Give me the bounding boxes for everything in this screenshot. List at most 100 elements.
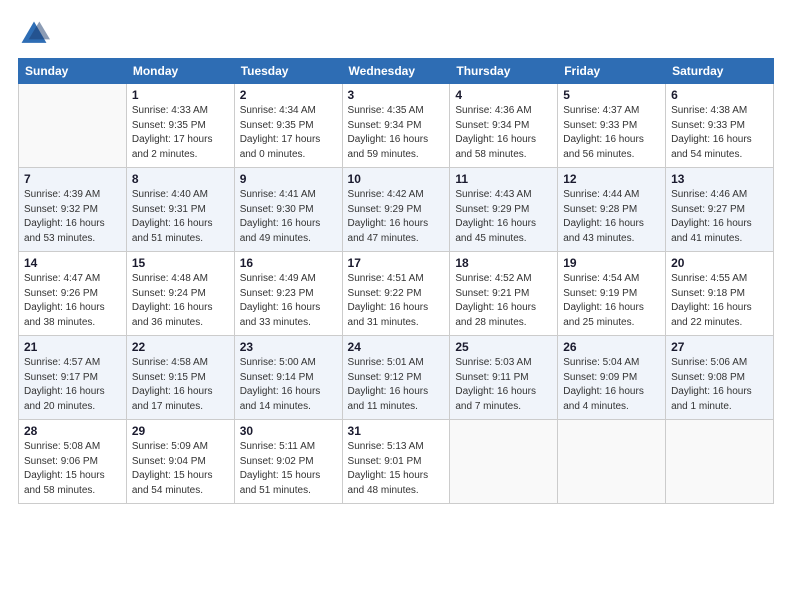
calendar-cell: 22 Sunrise: 4:58 AM Sunset: 9:15 PM Dayli… <box>126 336 234 420</box>
day-number: 25 <box>455 340 552 354</box>
day-info: Sunrise: 4:46 AM Sunset: 9:27 PM Dayligh… <box>671 188 768 246</box>
day-number: 19 <box>563 256 660 270</box>
day-number: 29 <box>132 424 229 438</box>
calendar-cell: 16 Sunrise: 4:49 AM Sunset: 9:23 PM Dayli… <box>234 252 342 336</box>
day-info: Sunrise: 4:41 AM Sunset: 9:30 PM Dayligh… <box>240 188 337 246</box>
day-info: Sunrise: 5:04 AM Sunset: 9:09 PM Dayligh… <box>563 356 660 414</box>
day-info: Sunrise: 4:38 AM Sunset: 9:33 PM Dayligh… <box>671 104 768 162</box>
day-number: 10 <box>348 172 445 186</box>
day-number: 6 <box>671 88 768 102</box>
day-of-week-header: Friday <box>558 59 666 84</box>
calendar-week-row: 28 Sunrise: 5:08 AM Sunset: 9:06 PM Dayli… <box>19 420 774 504</box>
day-number: 3 <box>348 88 445 102</box>
calendar-cell: 30 Sunrise: 5:11 AM Sunset: 9:02 PM Dayli… <box>234 420 342 504</box>
day-info: Sunrise: 4:51 AM Sunset: 9:22 PM Dayligh… <box>348 272 445 330</box>
day-of-week-header: Wednesday <box>342 59 450 84</box>
calendar-cell: 12Sunrise: 4:44 AM Sunset: 9:28 PM Dayli… <box>558 168 666 252</box>
day-number: 30 <box>240 424 337 438</box>
calendar-cell: 28 Sunrise: 5:08 AM Sunset: 9:06 PM Dayli… <box>19 420 127 504</box>
day-of-week-header: Monday <box>126 59 234 84</box>
calendar-cell: 6 Sunrise: 4:38 AM Sunset: 9:33 PM Daylig… <box>666 84 774 168</box>
day-info: Sunrise: 4:42 AM Sunset: 9:29 PM Dayligh… <box>348 188 445 246</box>
day-info: Sunrise: 4:36 AM Sunset: 9:34 PM Dayligh… <box>455 104 552 162</box>
day-info: Sunrise: 4:55 AM Sunset: 9:18 PM Dayligh… <box>671 272 768 330</box>
day-number: 4 <box>455 88 552 102</box>
day-info: Sunrise: 4:43 AM Sunset: 9:29 PM Dayligh… <box>455 188 552 246</box>
calendar-header-row: SundayMondayTuesdayWednesdayThursdayFrid… <box>19 59 774 84</box>
calendar-cell: 13 Sunrise: 4:46 AM Sunset: 9:27 PM Dayli… <box>666 168 774 252</box>
calendar-cell <box>558 420 666 504</box>
day-number: 8 <box>132 172 229 186</box>
calendar-cell: 4 Sunrise: 4:36 AM Sunset: 9:34 PM Daylig… <box>450 84 558 168</box>
day-info: Sunrise: 4:52 AM Sunset: 9:21 PM Dayligh… <box>455 272 552 330</box>
calendar-cell: 1Sunrise: 4:33 AM Sunset: 9:35 PM Daylig… <box>126 84 234 168</box>
day-number: 9 <box>240 172 337 186</box>
day-info: Sunrise: 4:49 AM Sunset: 9:23 PM Dayligh… <box>240 272 337 330</box>
calendar-cell: 23 Sunrise: 5:00 AM Sunset: 9:14 PM Dayli… <box>234 336 342 420</box>
calendar-week-row: 7Sunrise: 4:39 AM Sunset: 9:32 PM Daylig… <box>19 168 774 252</box>
calendar-cell: 19Sunrise: 4:54 AM Sunset: 9:19 PM Dayli… <box>558 252 666 336</box>
logo-icon <box>18 18 50 50</box>
calendar-week-row: 14Sunrise: 4:47 AM Sunset: 9:26 PM Dayli… <box>19 252 774 336</box>
day-of-week-header: Tuesday <box>234 59 342 84</box>
day-info: Sunrise: 5:08 AM Sunset: 9:06 PM Dayligh… <box>24 440 121 498</box>
day-number: 27 <box>671 340 768 354</box>
day-number: 14 <box>24 256 121 270</box>
calendar-cell: 15Sunrise: 4:48 AM Sunset: 9:24 PM Dayli… <box>126 252 234 336</box>
calendar-cell <box>19 84 127 168</box>
day-info: Sunrise: 4:34 AM Sunset: 9:35 PM Dayligh… <box>240 104 337 162</box>
calendar-cell: 29 Sunrise: 5:09 AM Sunset: 9:04 PM Dayli… <box>126 420 234 504</box>
calendar-cell: 7Sunrise: 4:39 AM Sunset: 9:32 PM Daylig… <box>19 168 127 252</box>
day-info: Sunrise: 5:09 AM Sunset: 9:04 PM Dayligh… <box>132 440 229 498</box>
day-info: Sunrise: 5:06 AM Sunset: 9:08 PM Dayligh… <box>671 356 768 414</box>
day-of-week-header: Saturday <box>666 59 774 84</box>
day-number: 18 <box>455 256 552 270</box>
logo <box>18 18 54 50</box>
calendar-cell <box>450 420 558 504</box>
day-number: 23 <box>240 340 337 354</box>
calendar-cell: 8 Sunrise: 4:40 AM Sunset: 9:31 PM Daylig… <box>126 168 234 252</box>
day-info: Sunrise: 5:00 AM Sunset: 9:14 PM Dayligh… <box>240 356 337 414</box>
calendar-cell: 17Sunrise: 4:51 AM Sunset: 9:22 PM Dayli… <box>342 252 450 336</box>
day-of-week-header: Thursday <box>450 59 558 84</box>
calendar-cell: 9 Sunrise: 4:41 AM Sunset: 9:30 PM Daylig… <box>234 168 342 252</box>
day-info: Sunrise: 4:33 AM Sunset: 9:35 PM Dayligh… <box>132 104 229 162</box>
day-number: 21 <box>24 340 121 354</box>
calendar-table: SundayMondayTuesdayWednesdayThursdayFrid… <box>18 58 774 504</box>
calendar-cell: 18 Sunrise: 4:52 AM Sunset: 9:21 PM Dayli… <box>450 252 558 336</box>
calendar-cell: 11 Sunrise: 4:43 AM Sunset: 9:29 PM Dayli… <box>450 168 558 252</box>
day-of-week-header: Sunday <box>19 59 127 84</box>
day-info: Sunrise: 5:13 AM Sunset: 9:01 PM Dayligh… <box>348 440 445 498</box>
day-info: Sunrise: 4:44 AM Sunset: 9:28 PM Dayligh… <box>563 188 660 246</box>
calendar-cell: 27 Sunrise: 5:06 AM Sunset: 9:08 PM Dayli… <box>666 336 774 420</box>
day-info: Sunrise: 5:01 AM Sunset: 9:12 PM Dayligh… <box>348 356 445 414</box>
calendar-week-row: 21Sunrise: 4:57 AM Sunset: 9:17 PM Dayli… <box>19 336 774 420</box>
day-number: 31 <box>348 424 445 438</box>
day-info: Sunrise: 4:40 AM Sunset: 9:31 PM Dayligh… <box>132 188 229 246</box>
calendar-cell <box>666 420 774 504</box>
calendar-cell: 24 Sunrise: 5:01 AM Sunset: 9:12 PM Dayli… <box>342 336 450 420</box>
calendar-cell: 31 Sunrise: 5:13 AM Sunset: 9:01 PM Dayli… <box>342 420 450 504</box>
day-number: 24 <box>348 340 445 354</box>
calendar-cell: 21Sunrise: 4:57 AM Sunset: 9:17 PM Dayli… <box>19 336 127 420</box>
calendar-cell: 20Sunrise: 4:55 AM Sunset: 9:18 PM Dayli… <box>666 252 774 336</box>
calendar-cell: 26 Sunrise: 5:04 AM Sunset: 9:09 PM Dayli… <box>558 336 666 420</box>
day-number: 28 <box>24 424 121 438</box>
calendar-cell: 14Sunrise: 4:47 AM Sunset: 9:26 PM Dayli… <box>19 252 127 336</box>
day-info: Sunrise: 4:58 AM Sunset: 9:15 PM Dayligh… <box>132 356 229 414</box>
day-info: Sunrise: 4:48 AM Sunset: 9:24 PM Dayligh… <box>132 272 229 330</box>
calendar-cell: 3Sunrise: 4:35 AM Sunset: 9:34 PM Daylig… <box>342 84 450 168</box>
day-info: Sunrise: 5:03 AM Sunset: 9:11 PM Dayligh… <box>455 356 552 414</box>
day-number: 22 <box>132 340 229 354</box>
page: SundayMondayTuesdayWednesdayThursdayFrid… <box>0 0 792 612</box>
day-number: 5 <box>563 88 660 102</box>
day-number: 13 <box>671 172 768 186</box>
day-number: 26 <box>563 340 660 354</box>
calendar-week-row: 1Sunrise: 4:33 AM Sunset: 9:35 PM Daylig… <box>19 84 774 168</box>
day-info: Sunrise: 5:11 AM Sunset: 9:02 PM Dayligh… <box>240 440 337 498</box>
day-info: Sunrise: 4:37 AM Sunset: 9:33 PM Dayligh… <box>563 104 660 162</box>
header <box>18 18 774 50</box>
day-number: 7 <box>24 172 121 186</box>
day-number: 16 <box>240 256 337 270</box>
day-number: 11 <box>455 172 552 186</box>
